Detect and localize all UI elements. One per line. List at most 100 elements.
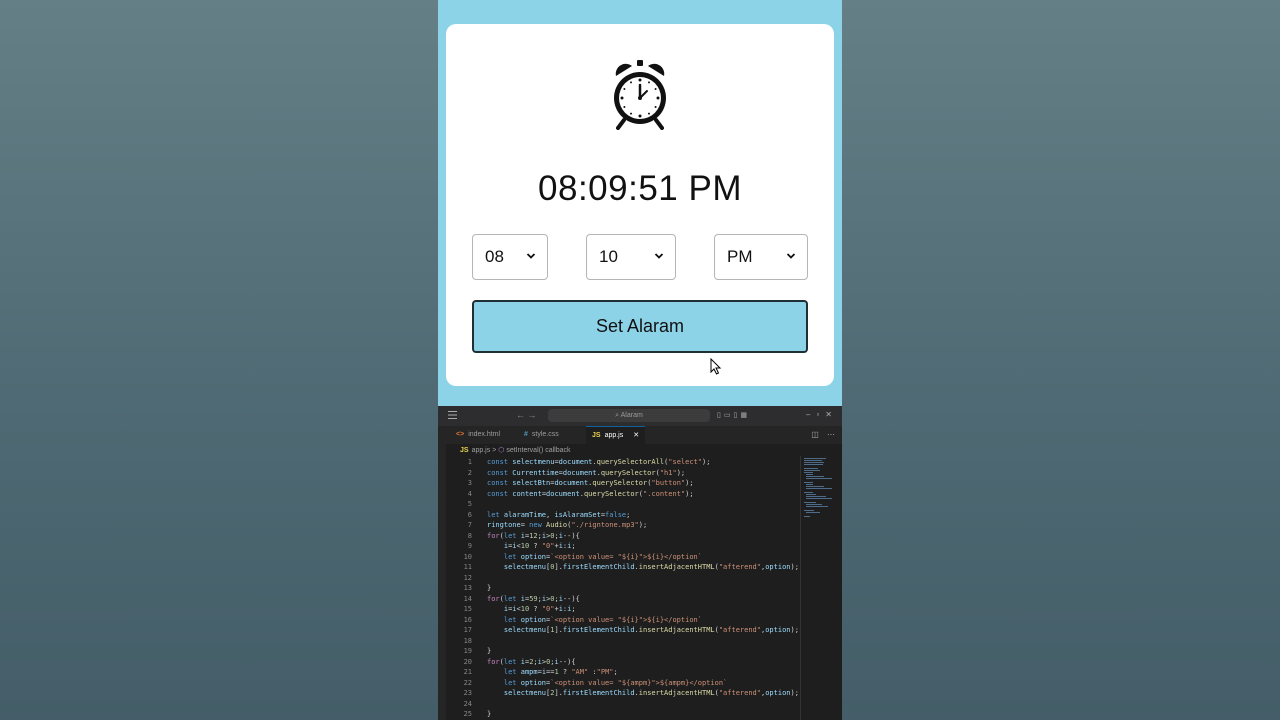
code-line[interactable]: 22 let option=`<option value= "${ampm}">… <box>446 678 802 689</box>
code-line[interactable]: 7 ringtone= new Audio("./rigntone.mp3"); <box>446 520 802 531</box>
set-alarm-button[interactable]: Set Alaram <box>472 300 808 353</box>
line-number: 25 <box>463 710 472 718</box>
code-text: const content=document.querySelector(".c… <box>487 489 694 498</box>
code-line[interactable]: 20 for(let i=2;i>0;i--){ <box>446 657 802 668</box>
line-number: 3 <box>467 479 472 487</box>
code-line[interactable]: 8 for(let i=12;i>0;i--){ <box>446 531 802 542</box>
alarm-clock-icon <box>614 60 666 130</box>
minute-select-value: 10 <box>599 247 618 266</box>
code-text: i=i<10 ? "0"+i:i; <box>503 605 576 613</box>
js-icon: JS <box>592 432 601 439</box>
line-number: 15 <box>463 605 472 613</box>
hour-select[interactable]: 08 <box>472 234 548 280</box>
split-editor-icon[interactable]: ◫ ⋯ <box>811 426 838 444</box>
code-line[interactable]: 24 <box>446 699 802 710</box>
code-line[interactable]: 25} <box>446 709 802 720</box>
line-number: 19 <box>463 647 472 655</box>
code-text: let alaramTime, isAlaramSet=false; <box>487 510 631 519</box>
line-number: 4 <box>467 489 472 498</box>
code-line[interactable]: 6 let alaramTime, isAlaramSet=false; <box>446 510 802 521</box>
ampm-select-value: PM <box>727 247 753 266</box>
alarm-card: 08:09:51 PM 08 10 PM Set Alaram <box>446 24 834 386</box>
command-search[interactable]: ⌕ Alaram <box>548 409 710 422</box>
code-text: let option=`<option value= "${i}">${i}</… <box>503 615 702 624</box>
code-line[interactable]: 9 i=i<10 ? "0"+i:i; <box>446 541 802 552</box>
window-controls[interactable]: –▫✕ <box>806 410 838 419</box>
code-text: ringtone= new Audio("./rigntone.mp3"); <box>487 521 648 529</box>
minute-select[interactable]: 10 <box>586 234 676 280</box>
code-text: for(let i=2;i>0;i--){ <box>487 657 576 666</box>
chevron-down-icon <box>786 253 796 259</box>
code-area[interactable]: 1 const selectmenu=document.querySelector… <box>446 457 802 720</box>
code-line[interactable]: 17 selectmenu[1].firstElementChild.inser… <box>446 625 802 636</box>
code-text: selectmenu[1].firstElementChild.insertAd… <box>503 626 799 634</box>
line-number: 17 <box>463 626 472 634</box>
minimap[interactable] <box>804 456 832 520</box>
ampm-select[interactable]: PM <box>714 234 808 280</box>
code-line[interactable]: 2 const Currenttime=document.querySelecto… <box>446 468 802 479</box>
tab-style-css[interactable]: # style.css <box>518 426 565 444</box>
code-line[interactable]: 12 <box>446 573 802 584</box>
js-icon: JS <box>460 447 469 454</box>
chevron-down-icon <box>526 253 536 259</box>
line-number: 9 <box>467 542 472 550</box>
line-number: 7 <box>467 521 472 529</box>
code-text: const selectBtn=document.querySelector("… <box>487 479 694 487</box>
breadcrumb-separator: > <box>492 447 497 454</box>
code-line[interactable]: 4 const content=document.querySelector(".… <box>446 489 802 500</box>
code-text: } <box>487 584 492 592</box>
code-text: } <box>487 647 492 655</box>
code-text: selectmenu[0].firstElementChild.insertAd… <box>503 563 799 571</box>
code-line[interactable]: 5 <box>446 499 802 510</box>
tab-label: app.js <box>604 432 624 439</box>
nav-arrows-icon[interactable]: ← → <box>516 410 537 420</box>
close-icon[interactable]: ✕ <box>633 432 639 439</box>
editor-titlebar: ← → ⌕ Alaram ▯▭▯▦ –▫✕ <box>438 406 842 426</box>
code-line[interactable]: 13} <box>446 583 802 594</box>
code-line[interactable]: 10 let option=`<option value= "${i}">${i… <box>446 552 802 563</box>
code-editor: ← → ⌕ Alaram ▯▭▯▦ –▫✕ <> index.html # styl… <box>438 406 842 720</box>
code-line[interactable]: 11 selectmenu[0].firstElementChild.inser… <box>446 562 802 573</box>
line-number: 23 <box>463 689 472 697</box>
html-icon: <> <box>456 431 465 438</box>
editor-tabs: <> index.html # style.css JS app.js ✕ ◫ ⋯ <box>446 426 842 444</box>
line-number: 8 <box>467 531 472 540</box>
line-number: 6 <box>467 510 472 519</box>
mouse-cursor-icon <box>710 358 722 375</box>
code-line[interactable]: 23 selectmenu[2].firstElementChild.inser… <box>446 688 802 699</box>
tab-app-js[interactable]: JS app.js ✕ <box>586 426 646 444</box>
line-number: 5 <box>467 500 472 508</box>
line-number: 16 <box>463 615 472 624</box>
tab-label: index.html <box>468 431 501 438</box>
line-number: 24 <box>463 699 472 708</box>
code-line[interactable]: 14 for(let i=59;i>0;i--){ <box>446 594 802 605</box>
search-text: Alaram <box>620 412 643 419</box>
hour-select-value: 08 <box>485 247 504 266</box>
line-number: 2 <box>467 468 472 477</box>
breadcrumb: JS app.js > ⬡ setInterval() callback <box>460 446 571 454</box>
layout-icons[interactable]: ▯▭▯▦ <box>717 411 750 419</box>
tab-index-html[interactable]: <> index.html <box>450 426 506 444</box>
code-text: selectmenu[2].firstElementChild.insertAd… <box>503 689 799 697</box>
breadcrumb-symbol[interactable]: setInterval() callback <box>506 447 570 454</box>
code-line[interactable]: 3 const selectBtn=document.querySelector(… <box>446 478 802 489</box>
code-text: let option=`<option value= "${ampm}">${a… <box>503 678 728 687</box>
current-time: 08:09:51 PM <box>538 169 742 208</box>
code-text: for(let i=12;i>0;i--){ <box>487 531 580 540</box>
tab-label: style.css <box>531 431 559 438</box>
code-line[interactable]: 21 let ampm=i==1 ? "AM" :"PM"; <box>446 667 802 678</box>
line-number: 11 <box>463 563 472 571</box>
menu-icon[interactable] <box>448 411 457 419</box>
code-line[interactable]: 19} <box>446 646 802 657</box>
code-line[interactable]: 1 const selectmenu=document.querySelector… <box>446 457 802 468</box>
code-text: const Currenttime=document.querySelector… <box>487 468 686 477</box>
chevron-down-icon <box>654 253 664 259</box>
line-number: 14 <box>463 594 472 603</box>
code-text: for(let i=59;i>0;i--){ <box>487 594 580 603</box>
code-text: i=i<10 ? "0"+i:i; <box>503 542 576 550</box>
code-line[interactable]: 16 let option=`<option value= "${i}">${i… <box>446 615 802 626</box>
code-line[interactable]: 15 i=i<10 ? "0"+i:i; <box>446 604 802 615</box>
breadcrumb-file[interactable]: app.js <box>472 447 491 454</box>
code-line[interactable]: 18 <box>446 636 802 647</box>
editor-ruler <box>800 456 801 720</box>
